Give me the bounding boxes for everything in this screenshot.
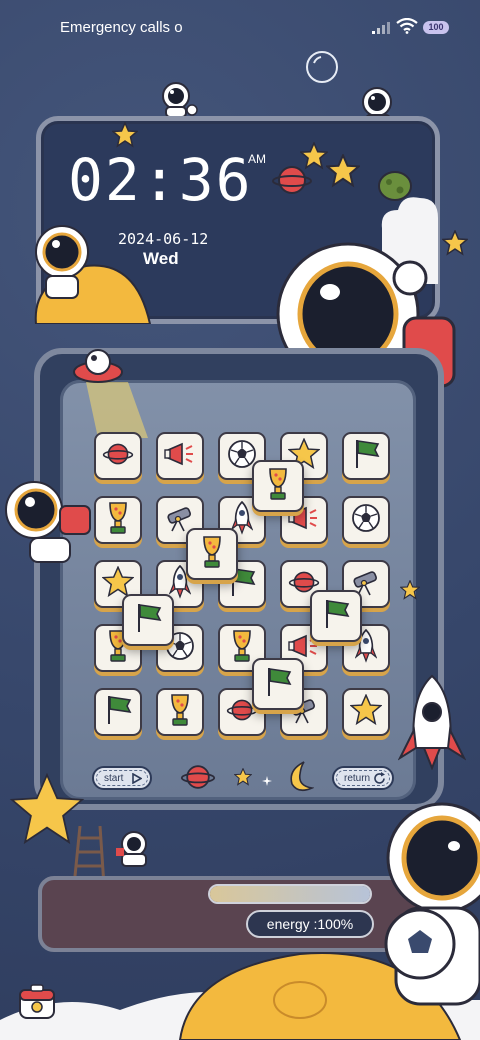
flag-icon — [321, 598, 351, 635]
soccer-ball-icon — [351, 503, 381, 538]
clock-time: 02:36 — [68, 146, 253, 214]
star-icon — [400, 580, 420, 600]
play-icon — [132, 773, 142, 784]
tile-trophy[interactable] — [156, 688, 204, 736]
astronaut-left-icon — [5, 481, 91, 563]
astronaut-moon-icon — [34, 225, 152, 324]
wifi-icon — [396, 18, 418, 34]
flag-icon — [133, 602, 163, 639]
app-shortcut-icon[interactable] — [18, 984, 56, 1020]
astronaut-small-icon — [162, 82, 198, 118]
star-icon — [326, 154, 360, 188]
flag-icon — [351, 438, 381, 475]
tile-raised-flag[interactable] — [310, 590, 362, 642]
energy-label: energy :100% — [246, 910, 374, 938]
trophy-icon — [228, 629, 256, 668]
signal-icon — [372, 22, 390, 34]
tile-flag[interactable] — [342, 432, 390, 480]
status-bar: Emergency calls o 100 — [0, 0, 480, 56]
tile-trophy[interactable] — [94, 496, 142, 544]
tile-raised-trophy[interactable] — [186, 528, 238, 580]
astronaut-small-icon — [116, 831, 147, 867]
ufo-icon — [73, 349, 148, 438]
bubble-icon — [306, 51, 338, 83]
star-icon — [112, 122, 138, 148]
trophy-icon — [166, 693, 194, 732]
trophy-icon — [104, 501, 132, 540]
tile-soccer-ball[interactable] — [342, 496, 390, 544]
trophy-icon — [198, 535, 226, 574]
planet-icon — [102, 439, 134, 474]
planet-icon — [180, 765, 216, 789]
battery-icon: 100 — [423, 21, 449, 34]
tile-planet[interactable] — [94, 432, 142, 480]
tile-flag[interactable] — [94, 688, 142, 736]
rocket-icon — [398, 674, 466, 770]
clock-ampm: AM — [248, 152, 266, 166]
moon-icon — [290, 761, 314, 792]
megaphone-icon — [164, 440, 196, 473]
energy-bar-fill — [210, 886, 370, 902]
flag-icon — [103, 694, 133, 731]
star-icon — [300, 142, 328, 170]
trophy-icon — [264, 467, 292, 506]
status-text: Emergency calls o — [60, 19, 183, 36]
tile-megaphone[interactable] — [156, 432, 204, 480]
tile-star[interactable] — [342, 688, 390, 736]
return-button[interactable]: return — [332, 766, 394, 790]
tile-raised-trophy[interactable] — [252, 460, 304, 512]
tile-raised-flag[interactable] — [122, 594, 174, 646]
star-icon — [234, 768, 252, 786]
start-button[interactable]: start — [92, 766, 152, 790]
sparkle-icon — [262, 776, 272, 786]
refresh-icon — [374, 772, 385, 784]
flag-icon — [263, 666, 293, 703]
star-icon — [349, 692, 383, 731]
tile-raised-flag[interactable] — [252, 658, 304, 710]
astronaut-football-icon — [384, 802, 480, 1006]
energy-bar — [208, 884, 372, 904]
